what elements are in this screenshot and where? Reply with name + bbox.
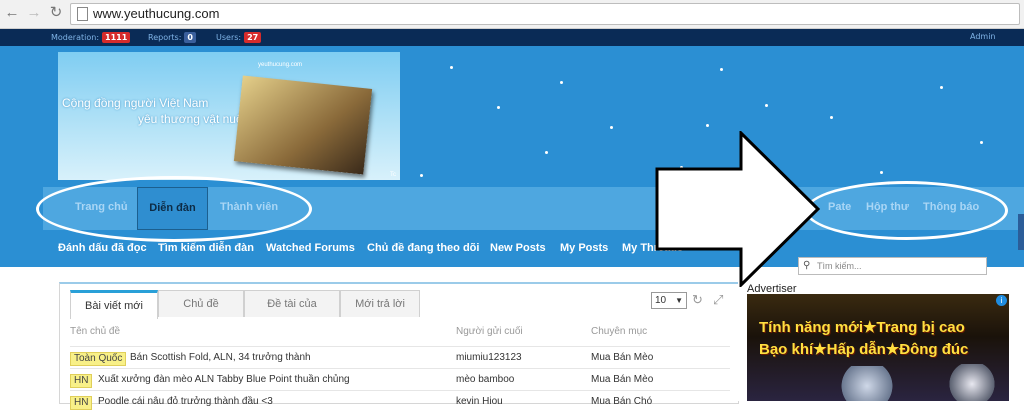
thread-title-link[interactable]: Bán Scottish Fold, ALN, 34 trưởng thành bbox=[130, 352, 311, 363]
thread-title-link[interactable]: Xuất xưởng đàn mèo ALN Tabby Blue Point … bbox=[98, 374, 350, 385]
last-poster-link[interactable]: miumiu123123 bbox=[456, 352, 522, 363]
region-tag[interactable]: Toàn Quốc bbox=[70, 352, 127, 366]
star-decoration bbox=[880, 171, 883, 174]
banner-slogan-line1: Cộng đồng người Việt Nam bbox=[62, 96, 209, 110]
subnav-search-forums[interactable]: Tìm kiếm diễn đàn bbox=[158, 242, 254, 254]
back-arrow-icon[interactable]: ← bbox=[4, 5, 20, 21]
subnav-watched-forums[interactable]: Watched Forums bbox=[266, 242, 355, 254]
subnav-my-posts[interactable]: My Posts bbox=[560, 242, 608, 254]
users-label: Users: bbox=[216, 33, 242, 42]
side-edge-tab[interactable] bbox=[1018, 214, 1024, 250]
star-decoration bbox=[765, 104, 768, 107]
latest-posts-panel: Bài viết mới Chủ đề Đề tài của Mới trả l… bbox=[59, 282, 739, 410]
last-poster-link[interactable]: mèo bamboo bbox=[456, 374, 514, 385]
refresh-icon[interactable]: ↻ bbox=[692, 292, 703, 308]
highlight-oval-left bbox=[36, 176, 312, 242]
address-bar[interactable]: www.yeuthucung.com bbox=[70, 3, 1020, 25]
reports-label: Reports: bbox=[148, 33, 182, 42]
table-row: HN Poodle cái nâu đỏ trưởng thành đầu <3… bbox=[70, 390, 730, 413]
highlight-oval-right bbox=[805, 181, 1008, 240]
search-input[interactable]: ⚲ Tìm kiếm... bbox=[798, 257, 987, 275]
subnav-watched-threads[interactable]: Chủ đề đang theo dõi bbox=[367, 242, 479, 254]
expand-icon[interactable]: ⤢ bbox=[713, 292, 723, 308]
star-decoration bbox=[720, 68, 723, 71]
table-row: Toàn Quốc Bán Scottish Fold, ALN, 34 trư… bbox=[70, 346, 730, 369]
category-link[interactable]: Mua Bán Mèo bbox=[591, 352, 653, 363]
reports-link[interactable]: Reports: 0 bbox=[148, 32, 196, 43]
star-decoration bbox=[980, 141, 983, 144]
star-decoration bbox=[545, 151, 548, 154]
tab-threads[interactable]: Chủ đề bbox=[158, 290, 244, 317]
users-badge: 27 bbox=[244, 32, 262, 43]
tab-my-topics[interactable]: Đề tài của bbox=[244, 290, 340, 317]
site-header: yeuthucung.com Cộng đồng người Việt Nam … bbox=[0, 46, 1024, 267]
ad-banner[interactable]: i Tính năng mới★Trang bị cao Bạo khí★Hấp… bbox=[747, 294, 1009, 401]
star-decoration bbox=[560, 81, 563, 84]
category-link[interactable]: Mua Bán Chó bbox=[591, 396, 652, 407]
moderation-label: Moderation: bbox=[51, 33, 100, 42]
star-decoration bbox=[450, 66, 453, 69]
reload-icon[interactable]: ↻ bbox=[48, 5, 64, 21]
url-text[interactable]: www.yeuthucung.com bbox=[93, 6, 219, 21]
star-decoration bbox=[420, 174, 423, 177]
tab-latest-posts[interactable]: Bài viết mới bbox=[70, 290, 158, 319]
chevron-down-icon: ▼ bbox=[675, 296, 683, 305]
ad-headline-line2: Bạo khí★Hấp dẫn★Đông đúc bbox=[759, 341, 969, 358]
region-tag[interactable]: HN bbox=[70, 396, 93, 410]
page-size-select[interactable]: 10 ▼ bbox=[651, 292, 687, 309]
ad-artwork bbox=[947, 364, 997, 401]
admin-bar: Moderation: 1111 Reports: 0 Users: 27 Admin bbox=[0, 29, 1024, 46]
banner-photo bbox=[233, 75, 373, 175]
reports-badge: 0 bbox=[184, 32, 196, 43]
category-link[interactable]: Mua Bán Mèo bbox=[591, 374, 653, 385]
banner-corner-mark: Tc bbox=[390, 172, 396, 178]
browser-toolbar: ← → ↻ www.yeuthucung.com bbox=[0, 0, 1024, 29]
ad-artwork bbox=[837, 366, 897, 401]
tab-new-replies[interactable]: Mới trả lời bbox=[340, 290, 420, 317]
forward-arrow-icon[interactable]: → bbox=[26, 5, 42, 21]
page-size-value: 10 bbox=[655, 295, 667, 306]
star-decoration bbox=[610, 126, 613, 129]
users-link[interactable]: Users: 27 bbox=[216, 32, 262, 43]
moderation-badge: 1111 bbox=[102, 32, 131, 43]
star-decoration bbox=[830, 116, 833, 119]
moderation-link[interactable]: Moderation: 1111 bbox=[51, 32, 131, 43]
search-placeholder: Tìm kiếm... bbox=[817, 261, 862, 271]
star-decoration bbox=[706, 124, 709, 127]
table-row: HN Xuất xưởng đàn mèo ALN Tabby Blue Poi… bbox=[70, 368, 730, 391]
star-decoration bbox=[497, 106, 500, 109]
admin-link[interactable]: Admin bbox=[970, 32, 996, 41]
banner-slogan-line2: yêu thương vật nuôi bbox=[138, 112, 246, 126]
annotation-arrow-icon bbox=[655, 131, 820, 287]
ad-headline-line1: Tính năng mới★Trang bị cao bbox=[759, 319, 965, 336]
column-header-title: Tên chủ đề bbox=[70, 326, 121, 337]
star-decoration bbox=[940, 86, 943, 89]
column-header-last-poster: Người gửi cuối bbox=[456, 326, 523, 337]
thread-title-link[interactable]: Poodle cái nâu đỏ trưởng thành đầu <3 bbox=[98, 396, 273, 407]
region-tag[interactable]: HN bbox=[70, 374, 93, 388]
ad-info-icon[interactable]: i bbox=[996, 295, 1007, 306]
page-icon bbox=[77, 7, 88, 21]
subnav-mark-read[interactable]: Đánh dấu đã đọc bbox=[58, 242, 147, 254]
subnav-new-posts[interactable]: New Posts bbox=[490, 242, 546, 254]
banner-brand: yeuthucung.com bbox=[258, 62, 303, 68]
last-poster-link[interactable]: kevin Hiou bbox=[456, 396, 503, 407]
site-banner[interactable]: yeuthucung.com Cộng đồng người Việt Nam … bbox=[58, 52, 400, 180]
column-header-category: Chuyên mục bbox=[591, 326, 648, 337]
